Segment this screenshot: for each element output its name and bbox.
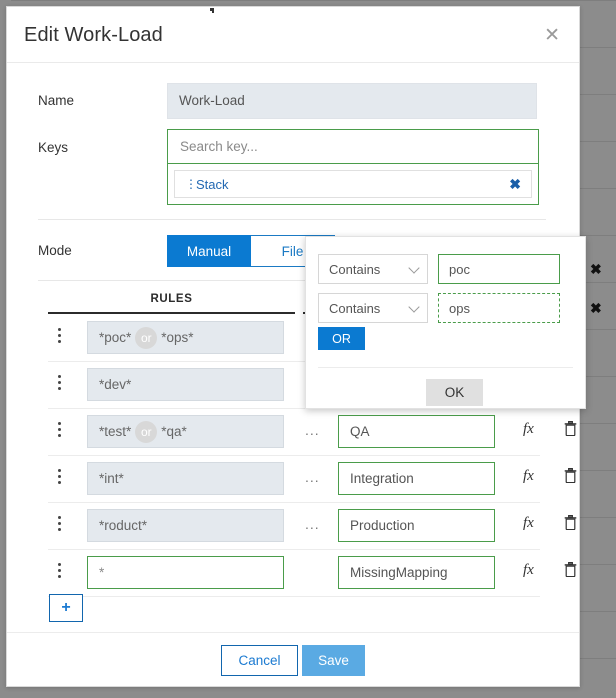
drag-dots-icon[interactable] (58, 375, 62, 393)
keys-label: Keys (38, 140, 69, 155)
rule-mapping-field[interactable]: Integration (338, 462, 495, 495)
divider (38, 219, 546, 220)
name-field[interactable]: Work-Load (167, 83, 537, 119)
table-row: *int*... Integration fx (48, 456, 577, 503)
trash-icon[interactable] (564, 468, 577, 488)
rule-pattern-field[interactable]: *roduct* (87, 509, 284, 542)
condition-editor-popup: Contains poc ✖ Contains ops ✖ OR OK (305, 236, 602, 409)
keys-search-placeholder: Search key... (180, 139, 258, 154)
cursor-artifact (210, 0, 215, 13)
rule-mapping-field[interactable]: Production (338, 509, 495, 542)
rule-pattern-field[interactable]: *test* or *qa* (87, 415, 284, 448)
drag-dots-icon[interactable] (58, 469, 62, 487)
table-row: * MissingMapping fx (48, 550, 577, 597)
drag-dots-icon[interactable] (58, 563, 62, 581)
rule-pattern-field[interactable]: * (87, 556, 284, 589)
rules-header-rule (48, 312, 295, 314)
chevron-down-icon (408, 301, 420, 313)
rule-pattern-field[interactable]: *int* (87, 462, 284, 495)
mode-label: Mode (38, 243, 72, 258)
formula-icon[interactable]: fx (523, 421, 534, 438)
key-chip-stack[interactable]: ⋮ Stack ✖ (174, 170, 532, 198)
chevron-down-icon (408, 262, 420, 274)
formula-icon[interactable]: fx (523, 515, 534, 532)
drag-dots-icon[interactable] (58, 516, 62, 534)
cancel-button[interactable]: Cancel (221, 644, 298, 676)
drag-dots-icon[interactable] (58, 328, 62, 346)
rule-pattern-field[interactable]: *dev* (87, 368, 284, 401)
trash-icon[interactable] (564, 421, 577, 441)
dialog-header: Edit Work-Load ✕ (7, 7, 579, 63)
or-pill: or (135, 326, 158, 349)
rule-options-button[interactable]: ... (305, 422, 320, 438)
drag-dots-icon[interactable] (58, 422, 62, 440)
divider (318, 367, 573, 368)
rules-column-header: RULES (150, 293, 193, 305)
condition-value-input[interactable]: poc (438, 254, 560, 284)
rule-mapping-field[interactable]: QA (338, 415, 495, 448)
keys-box: Search key... ⋮ Stack ✖ (167, 129, 539, 205)
remove-icon[interactable]: ✖ (509, 176, 521, 193)
rule-mapping-field[interactable]: MissingMapping (338, 556, 495, 589)
add-rule-button[interactable]: + (49, 594, 83, 622)
trash-icon[interactable] (564, 515, 577, 535)
formula-icon[interactable]: fx (523, 562, 534, 579)
name-label: Name (38, 93, 75, 108)
keys-chip-list: ⋮ Stack ✖ (168, 164, 538, 204)
or-pill: or (135, 420, 158, 443)
condition-operator-select[interactable]: Contains (318, 293, 428, 323)
condition-operator-select[interactable]: Contains (318, 254, 428, 284)
background-row-divider (0, 0, 616, 1)
or-button[interactable]: OR (318, 327, 365, 350)
dialog-footer: Cancel Save (7, 633, 579, 686)
drag-dots-icon[interactable]: ⋮ (185, 178, 197, 190)
save-button[interactable]: Save (302, 644, 365, 676)
close-icon[interactable]: ✕ (544, 26, 560, 45)
keys-search-input[interactable]: Search key... (168, 130, 538, 164)
rule-pattern-field[interactable]: *poc* or *ops* (87, 321, 284, 354)
table-row: *test* or *qa*... QA fx (48, 409, 577, 456)
condition-value-input[interactable]: ops (438, 293, 560, 323)
rule-options-button[interactable]: ... (305, 516, 320, 532)
remove-icon[interactable]: ✖ (590, 261, 602, 278)
key-chip-label: Stack (196, 176, 229, 192)
ok-button[interactable]: OK (426, 379, 483, 406)
trash-icon[interactable] (564, 562, 577, 582)
rule-options-button[interactable]: ... (305, 469, 320, 485)
formula-icon[interactable]: fx (523, 468, 534, 485)
tab-manual[interactable]: Manual (167, 235, 251, 267)
table-row: *roduct*... Production fx (48, 503, 577, 550)
dialog-title: Edit Work-Load (24, 24, 163, 46)
remove-icon[interactable]: ✖ (590, 300, 602, 317)
